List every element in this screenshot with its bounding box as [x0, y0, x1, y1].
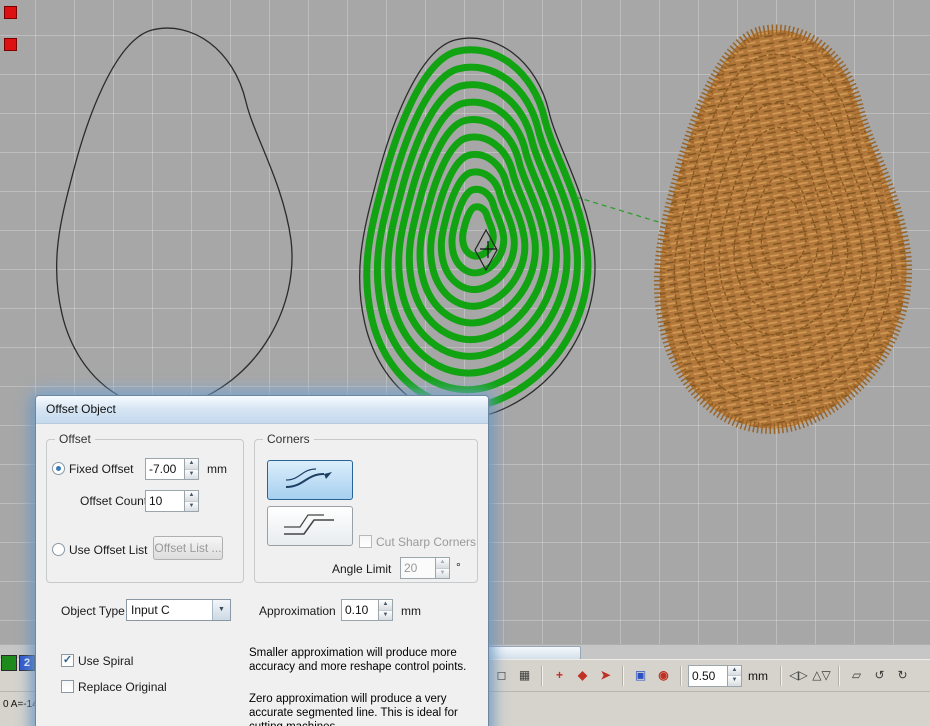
- spinner-up-icon[interactable]: ▲: [185, 491, 198, 502]
- node-edit-icon[interactable]: ◻: [491, 665, 512, 686]
- spinner-down-icon[interactable]: ▼: [436, 569, 449, 579]
- corners-group-label: Corners: [263, 432, 314, 446]
- angle-limit-spinner: ▲ ▼: [400, 557, 450, 579]
- color-chip-2[interactable]: 2: [19, 655, 35, 671]
- app-window: ◻ ▦ + ◆ ➤ ▣ ◉ ▲ ▼ mm ◁▷ △▽ ▱ ↺ ↻ 0 A=-14…: [0, 0, 930, 726]
- dropdown-arrow-icon[interactable]: ▼: [212, 600, 230, 620]
- toolbar-separator: [622, 666, 624, 686]
- offset-count-input[interactable]: [145, 490, 185, 512]
- replace-original-checkbox[interactable]: [61, 680, 74, 693]
- object-type-label: Object Type: [61, 604, 125, 618]
- approximation-spinner: ▲ ▼: [341, 599, 393, 621]
- object-type-value: Input C: [127, 600, 212, 620]
- approximation-label: Approximation: [259, 604, 336, 618]
- approximation-note-2: Zero approximation will produce a very a…: [249, 692, 473, 726]
- status-text: 0 A=-14: [3, 699, 38, 710]
- cut-sharp-corners-checkbox[interactable]: [359, 535, 372, 548]
- toolbar-separator: [838, 666, 840, 686]
- spinner-up-icon[interactable]: ▲: [185, 459, 198, 470]
- sharp-corner-style-icon: [280, 513, 340, 539]
- offset-list-button[interactable]: Offset List ...: [153, 536, 223, 560]
- approximation-input[interactable]: [341, 599, 379, 621]
- round-corner-style-icon: [280, 467, 340, 493]
- angle-limit-input[interactable]: [400, 557, 436, 579]
- toolbar-separator: [680, 666, 682, 686]
- offset-group-label: Offset: [55, 432, 95, 446]
- spinner-down-icon[interactable]: ▼: [185, 470, 198, 480]
- rotate-ccw-icon[interactable]: ↺: [869, 665, 890, 686]
- rotate-cw-icon[interactable]: ↻: [892, 665, 913, 686]
- spinner-down-icon[interactable]: ▼: [379, 611, 392, 621]
- toolbar-separator: [780, 666, 782, 686]
- offset-count-label: Offset Count: [80, 494, 147, 508]
- approximation-note-1: Smaller approximation will produce more …: [249, 646, 473, 674]
- ruler-marker-icon: [4, 38, 17, 51]
- source-outline-object[interactable]: [57, 28, 292, 408]
- insert-stitch-icon[interactable]: +: [549, 665, 570, 686]
- spinner-up-icon[interactable]: ▲: [728, 666, 741, 677]
- ruler-marker-icon: [4, 6, 17, 19]
- use-spiral-label: Use Spiral: [78, 654, 133, 668]
- offset-group: Offset Fixed Offset ▲ ▼ mm Offset Count …: [46, 439, 244, 583]
- use-offset-list-label: Use Offset List: [69, 543, 147, 557]
- object-type-select[interactable]: Input C ▼: [126, 599, 231, 621]
- round-corner-style-button[interactable]: [267, 460, 353, 500]
- stitch-list-icon[interactable]: ▦: [514, 665, 535, 686]
- fixed-offset-unit: mm: [207, 462, 227, 476]
- mirror-horizontal-icon[interactable]: ◁▷: [788, 665, 809, 686]
- fixed-offset-radio[interactable]: [52, 462, 65, 475]
- stitch-length-unit: mm: [748, 669, 768, 683]
- skew-icon[interactable]: ▱: [846, 665, 867, 686]
- spinner-down-icon[interactable]: ▼: [728, 676, 741, 686]
- scrollbar-thumb[interactable]: [487, 646, 581, 660]
- toolbar-separator: [541, 666, 543, 686]
- stitch-length-input[interactable]: [688, 665, 728, 687]
- corners-group: Corners Cut Sharp Corners Angle Limit: [254, 439, 478, 583]
- cut-sharp-corners-label: Cut Sharp Corners: [376, 535, 476, 549]
- travel-icon[interactable]: ➤: [595, 665, 616, 686]
- spinner-up-icon[interactable]: ▲: [379, 600, 392, 611]
- stitch-length-spinner: ▲ ▼: [688, 665, 742, 687]
- replace-original-label: Replace Original: [78, 680, 167, 694]
- offset-count-spinner: ▲ ▼: [145, 490, 199, 512]
- stitch-marker-icon[interactable]: ◆: [572, 665, 593, 686]
- spinner-up-icon[interactable]: ▲: [436, 558, 449, 569]
- offset-object-dialog: Offset Object Offset Fixed Offset ▲ ▼ mm…: [35, 395, 489, 726]
- angle-limit-label: Angle Limit: [332, 562, 391, 576]
- mirror-vertical-icon[interactable]: △▽: [811, 665, 832, 686]
- entry-point-icon[interactable]: ▣: [630, 665, 651, 686]
- angle-limit-unit: °: [456, 560, 461, 574]
- fixed-offset-label: Fixed Offset: [69, 462, 133, 476]
- offset-result-object[interactable]: [360, 38, 595, 418]
- fixed-offset-spinner: ▲ ▼: [145, 458, 199, 480]
- color-chip-1[interactable]: [1, 655, 17, 671]
- use-spiral-checkbox[interactable]: ✓: [61, 654, 74, 667]
- stitched-object[interactable]: [659, 30, 906, 428]
- sharp-corner-style-button[interactable]: [267, 506, 353, 546]
- spinner-down-icon[interactable]: ▼: [185, 502, 198, 512]
- fixed-offset-input[interactable]: [145, 458, 185, 480]
- dialog-titlebar[interactable]: Offset Object: [36, 396, 488, 424]
- approximation-unit: mm: [401, 604, 421, 618]
- use-offset-list-radio[interactable]: [52, 543, 65, 556]
- exit-point-icon[interactable]: ◉: [653, 665, 674, 686]
